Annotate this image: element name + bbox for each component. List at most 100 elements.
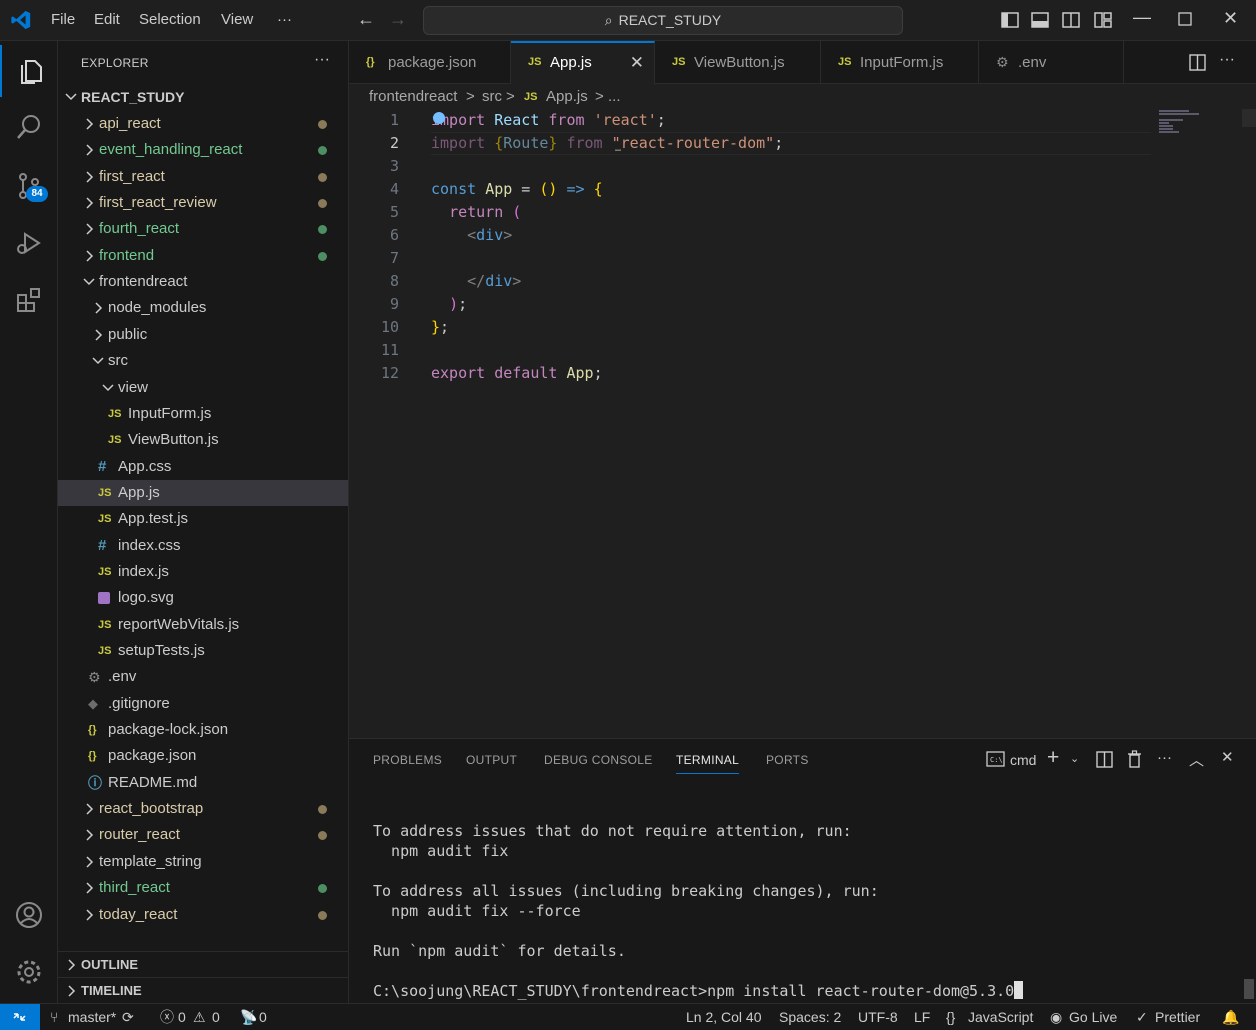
indentation[interactable]: Spaces: 2: [779, 1004, 841, 1030]
terminal-shell-name[interactable]: cmd: [1010, 752, 1036, 768]
tree-item[interactable]: template_string: [58, 849, 348, 875]
breadcrumb-more[interactable]: ...: [608, 85, 621, 109]
sync-icon[interactable]: ⟳: [122, 1004, 134, 1030]
workspace-root[interactable]: REACT_STUDY: [58, 84, 348, 110]
error-icon[interactable]: ⓧ: [160, 1004, 174, 1030]
trash-icon[interactable]: [1127, 750, 1142, 768]
tab-env[interactable]: ⚙ .env: [979, 41, 1124, 84]
tree-item[interactable]: # App.css: [58, 454, 348, 480]
toggle-panel-icon[interactable]: [1031, 11, 1049, 29]
run-debug-activity[interactable]: [0, 216, 58, 268]
manage-activity[interactable]: [0, 946, 58, 998]
tab-app-js[interactable]: JS App.js ✕: [511, 41, 655, 85]
tree-item[interactable]: JS App.test.js: [58, 506, 348, 532]
source-control-activity[interactable]: 84: [0, 160, 58, 212]
tree-item[interactable]: frontend: [58, 243, 348, 269]
warning-icon[interactable]: ⚠: [193, 1004, 206, 1030]
tree-item[interactable]: event_handling_react: [58, 137, 348, 163]
tree-item[interactable]: react_bootstrap: [58, 796, 348, 822]
tree-item[interactable]: today_react: [58, 902, 348, 928]
tree-item[interactable]: ⚙ .env: [58, 664, 348, 690]
maximize-icon[interactable]: [1178, 12, 1192, 26]
cursor-position[interactable]: Ln 2, Col 40: [686, 1004, 762, 1030]
ports-icon[interactable]: 📡: [240, 1004, 257, 1030]
tree-item[interactable]: src: [58, 348, 348, 374]
encoding[interactable]: UTF-8: [858, 1004, 898, 1030]
tree-item[interactable]: view: [58, 375, 348, 401]
tab-package-json[interactable]: {} package.json: [349, 41, 511, 84]
forward-arrow-icon[interactable]: →: [389, 9, 407, 30]
tree-item[interactable]: JS index.js: [58, 559, 348, 585]
language-mode[interactable]: JavaScript: [968, 1004, 1033, 1030]
extensions-activity[interactable]: [0, 274, 58, 326]
code-editor[interactable]: 1 2 3 4 5 6 7 8 9 10 11 12 import React from 'react…: [349, 109, 1256, 738]
ports-count[interactable]: 0: [259, 1004, 267, 1030]
tree-item[interactable]: {} package-lock.json: [58, 717, 348, 743]
outline-section[interactable]: OUTLINE: [58, 951, 348, 977]
tab-viewbutton-js[interactable]: JS ViewButton.js: [655, 41, 821, 84]
tree-item[interactable]: ⓘ README.md: [58, 770, 348, 796]
braces-icon[interactable]: {}: [946, 1004, 955, 1030]
minimize-icon[interactable]: —: [1133, 7, 1151, 28]
panel-more-icon[interactable]: ···: [1157, 749, 1172, 766]
tree-item[interactable]: # index.css: [58, 533, 348, 559]
tab-inputform-js[interactable]: JS InputForm.js: [821, 41, 979, 84]
tree-item[interactable]: ◆ .gitignore: [58, 691, 348, 717]
end-of-line[interactable]: LF: [914, 1004, 930, 1030]
breadcrumb-frontendreact[interactable]: frontendreact: [369, 85, 457, 109]
close-window-icon[interactable]: ✕: [1223, 8, 1238, 29]
panel-tab-ports[interactable]: PORTS: [766, 753, 809, 767]
panel-tab-problems[interactable]: PROBLEMS: [373, 753, 442, 767]
tree-item[interactable]: frontendreact: [58, 269, 348, 295]
panel-tab-debug-console[interactable]: DEBUG CONSOLE: [544, 753, 653, 767]
tree-item[interactable]: first_react_review: [58, 190, 348, 216]
tree-item[interactable]: api_react: [58, 111, 348, 137]
explorer-activity[interactable]: [0, 45, 58, 97]
explorer-more-icon[interactable]: ···: [314, 51, 330, 69]
minimap[interactable]: [1159, 109, 1219, 139]
tree-item[interactable]: logo.svg: [58, 585, 348, 611]
menu-view[interactable]: View: [221, 11, 253, 28]
toggle-primary-sidebar-icon[interactable]: [1001, 11, 1019, 29]
git-branch[interactable]: master*: [68, 1004, 116, 1030]
panel-tab-output[interactable]: OUTPUT: [466, 753, 517, 767]
panel-tab-terminal[interactable]: TERMINAL: [676, 753, 740, 774]
notifications-bell-icon[interactable]: 🔔: [1222, 1004, 1239, 1030]
editor-scrollbar[interactable]: [1242, 109, 1256, 127]
customize-layout-icon[interactable]: [1094, 11, 1112, 29]
remote-indicator[interactable]: [0, 1004, 40, 1030]
toggle-secondary-sidebar-icon[interactable]: [1062, 11, 1080, 29]
back-arrow-icon[interactable]: ←: [357, 9, 375, 30]
tree-item[interactable]: JS reportWebVitals.js: [58, 612, 348, 638]
tree-item[interactable]: JS App.js: [58, 479, 348, 506]
new-terminal-icon[interactable]: +: [1047, 746, 1059, 770]
tree-item[interactable]: node_modules: [58, 295, 348, 321]
breadcrumb-app-js[interactable]: App.js: [546, 85, 588, 109]
editor-more-icon[interactable]: ···: [1219, 51, 1235, 69]
menu-file[interactable]: File: [51, 11, 75, 28]
timeline-section[interactable]: TIMELINE: [58, 977, 348, 1003]
split-editor-icon[interactable]: [1189, 54, 1206, 71]
tree-item[interactable]: fourth_react: [58, 216, 348, 242]
split-terminal-icon[interactable]: [1096, 751, 1113, 768]
tree-item[interactable]: JS setupTests.js: [58, 638, 348, 664]
menu-selection[interactable]: Selection: [139, 11, 201, 28]
tree-item[interactable]: {} package.json: [58, 743, 348, 769]
tree-item[interactable]: JS ViewButton.js: [58, 427, 348, 453]
terminal-scrollbar[interactable]: [1244, 979, 1254, 999]
go-live-button[interactable]: Go Live: [1069, 1004, 1117, 1030]
menu-edit[interactable]: Edit: [94, 11, 120, 28]
prettier-button[interactable]: Prettier: [1155, 1004, 1200, 1030]
lightbulb-icon[interactable]: [433, 112, 445, 124]
tree-item[interactable]: router_react: [58, 822, 348, 848]
chevron-down-icon[interactable]: ⌄: [1070, 752, 1079, 765]
maximize-panel-icon[interactable]: ︿: [1189, 749, 1204, 770]
menu-more[interactable]: ···: [277, 11, 292, 28]
error-count[interactable]: 0: [178, 1004, 186, 1030]
close-tab-icon[interactable]: ✕: [630, 43, 644, 82]
tree-item[interactable]: third_react: [58, 875, 348, 901]
command-center-search[interactable]: ⌕ REACT_STUDY: [423, 6, 903, 35]
tree-item[interactable]: public: [58, 322, 348, 348]
accounts-activity[interactable]: [0, 889, 58, 941]
search-activity[interactable]: [0, 101, 58, 153]
